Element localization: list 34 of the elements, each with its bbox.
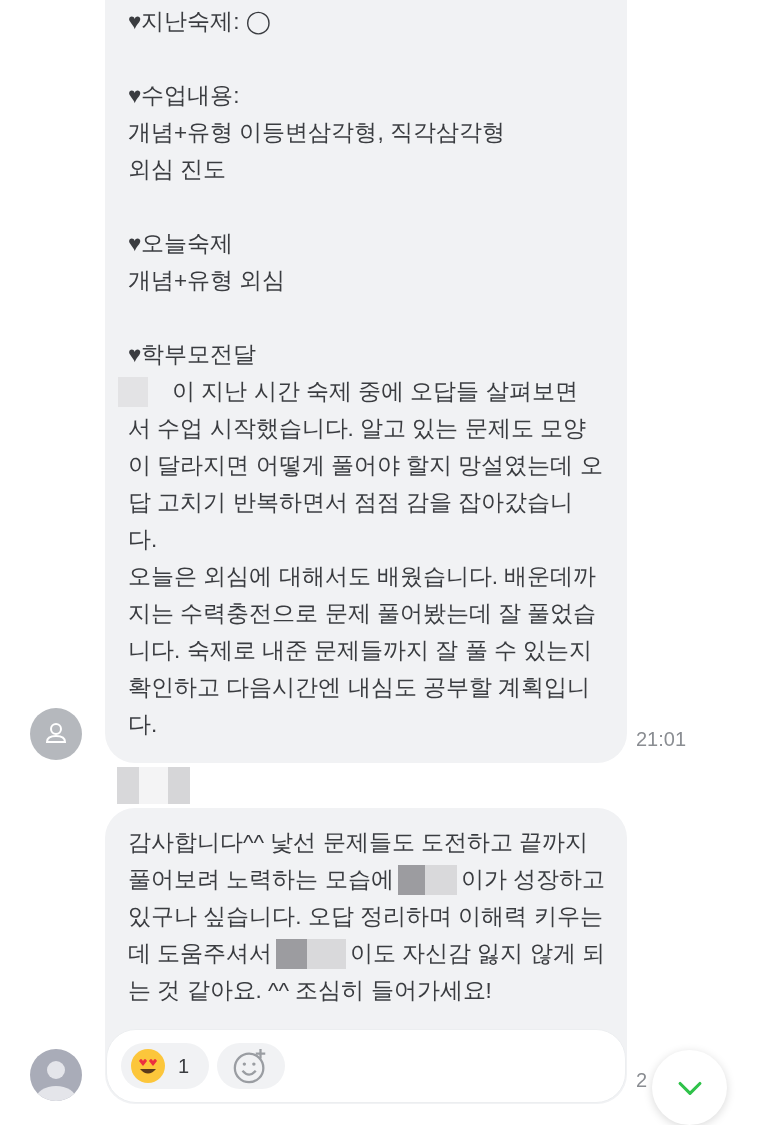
redaction-mark	[276, 938, 346, 969]
message-text: 는 것 같아요. ^^ 조심히 들어가세요!	[128, 977, 492, 1005]
message-text: 데 도움주셔서	[128, 940, 273, 968]
message-text: 오늘은 외심에 대해서도 배웠습니다. 배운데까	[128, 563, 597, 591]
scroll-down-button[interactable]	[652, 1050, 727, 1125]
message-text: 다.	[128, 711, 158, 739]
message-text: 이가 성장하고	[460, 866, 605, 894]
message-text: 답 고치기 반복하면서 점점 감을 잡아갔습니	[128, 489, 574, 517]
message-text: 다.	[128, 526, 158, 554]
message-text: ♥수업내용:	[128, 82, 240, 110]
message-text: 서 수업 시작했습니다. 알고 있는 문제도 모양	[128, 415, 586, 443]
message-text: 이 지난 시간 숙제 중에 오답들 살펴보면	[172, 378, 578, 406]
message-text: 개념+유형 외심	[128, 267, 286, 295]
message-text: 개념+유형 이등변삼각형, 직각삼각형	[128, 119, 505, 147]
avatar-icon[interactable]	[30, 708, 82, 760]
message-text: 이도 자신감 잃지 않게 되	[350, 940, 605, 968]
message-text: 니다. 숙제로 내준 문제들까지 잘 풀 수 있는지	[128, 637, 592, 665]
message-text: 풀어보려 노력하는 모습에	[128, 866, 394, 894]
message-text: 이 달라지면 어떻게 풀어야 할지 망설였는데 오	[128, 452, 603, 480]
reaction-chip[interactable]: 1	[121, 1043, 210, 1089]
message-text: 있구나 싶습니다. 오답 정리하며 이해력 키우는	[128, 903, 603, 931]
message-time: 2	[636, 1069, 648, 1092]
message-text: 확인하고 다음시간엔 내심도 공부할 계획입니	[128, 674, 590, 702]
message-text: 감사합니다^^ 낯선 문제들도 도전하고 끝까지	[128, 829, 589, 857]
heart-eyes-emoji-icon	[130, 1048, 166, 1084]
message-text: ♥오늘숙제	[128, 230, 234, 258]
add-reaction-button[interactable]	[217, 1043, 286, 1089]
avatar-icon[interactable]	[30, 1049, 82, 1101]
message-text: ♥학부모전달	[128, 341, 257, 369]
message-text: ♥지난숙제: ◯	[128, 8, 272, 37]
message-time: 21:01	[636, 728, 687, 751]
redaction-mark	[397, 864, 457, 895]
message-text: 외심 진도	[128, 156, 227, 184]
message-text: 지는 수력충전으로 문제 풀어봤는데 잘 풀었습	[128, 600, 597, 628]
